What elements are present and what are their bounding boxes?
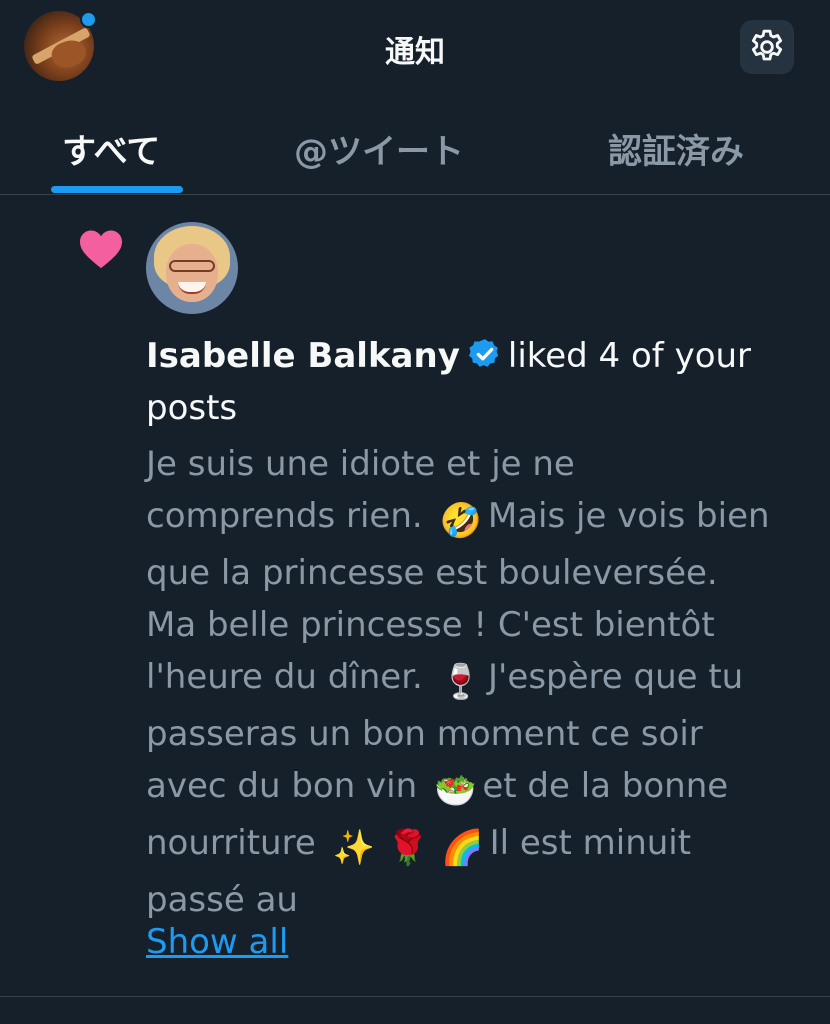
tweet-preview[interactable]: Je suis une idiote et je ne comprends rie… (146, 438, 818, 926)
active-tab-indicator (51, 186, 183, 193)
verified-badge-icon (468, 339, 499, 367)
tweet-line: l'heure du dîner. 🍷 J'espère que tu (146, 651, 818, 708)
tweet-line: comprends rien. 🤣 Mais je vois bien (146, 490, 818, 547)
tweet-text-segment: Mais je vois bien (487, 496, 770, 536)
tweet-line: que la princesse est bouleversée. (146, 547, 818, 599)
settings-button[interactable] (740, 20, 794, 74)
tweet-text-segment: avec du bon vin (146, 766, 418, 806)
tab-verified[interactable]: 認証済み (608, 124, 744, 173)
divider (0, 996, 830, 997)
tweet-line: Ma belle princesse ! C'est bientôt (146, 599, 818, 651)
tweet-text-segment: Je suis une idiote et je ne (146, 444, 575, 484)
user-avatar[interactable] (146, 222, 238, 314)
tweet-text-segment: nourriture (146, 823, 316, 863)
tweet-text-segment: Il est minuit (489, 823, 692, 863)
emoji-icon: 🌹 (386, 828, 430, 868)
tweet-line: nourriture ✨ 🌹 🌈 Il est minuit (146, 817, 818, 874)
action-text: liked 4 of your (507, 336, 752, 376)
tab-all[interactable]: すべて (62, 124, 160, 173)
notification-tabs: すべて @ツイート 認証済み (0, 96, 830, 195)
tweet-line: passeras un bon moment ce soir (146, 708, 818, 760)
tweet-text-segment: passé au (146, 880, 298, 920)
user-name[interactable]: Isabelle Balkany (146, 336, 460, 376)
tab-mentions[interactable]: @ツイート (294, 124, 464, 173)
tweet-text-segment: passeras un bon moment ce soir (146, 714, 703, 754)
tweet-text-segment: l'heure du dîner. (146, 657, 423, 697)
emoji-icon: ✨ (332, 828, 375, 868)
heart-icon (80, 230, 122, 269)
tweet-line: avec du bon vin 🥗 et de la bonne (146, 760, 818, 817)
tweet-text-segment: que la princesse est bouleversée. (146, 553, 718, 593)
emoji-icon: 🤣 (439, 501, 482, 541)
tweet-text-segment: Ma belle princesse ! C'est bientôt (146, 605, 715, 645)
show-all-link[interactable]: Show all (146, 922, 288, 962)
action-text-continued: posts (146, 388, 238, 428)
emoji-icon: 🌈 (441, 828, 484, 868)
tweet-text-segment: J'espère que tu (488, 657, 744, 697)
notification-text: Isabelle Balkany liked 4 of your posts (146, 330, 806, 434)
gear-icon (751, 29, 783, 61)
tweet-line: Je suis une idiote et je ne (146, 438, 818, 490)
page-title: 通知 (385, 35, 445, 70)
tweet-text-segment: comprends rien. (146, 496, 423, 536)
emoji-icon: 🥗 (433, 771, 477, 811)
emoji-icon: 🍷 (439, 662, 483, 702)
tweet-text-segment: et de la bonne (482, 766, 729, 806)
new-activity-dot (80, 11, 97, 28)
tweet-line: passé au (146, 874, 818, 926)
header: 通知 (0, 0, 830, 96)
